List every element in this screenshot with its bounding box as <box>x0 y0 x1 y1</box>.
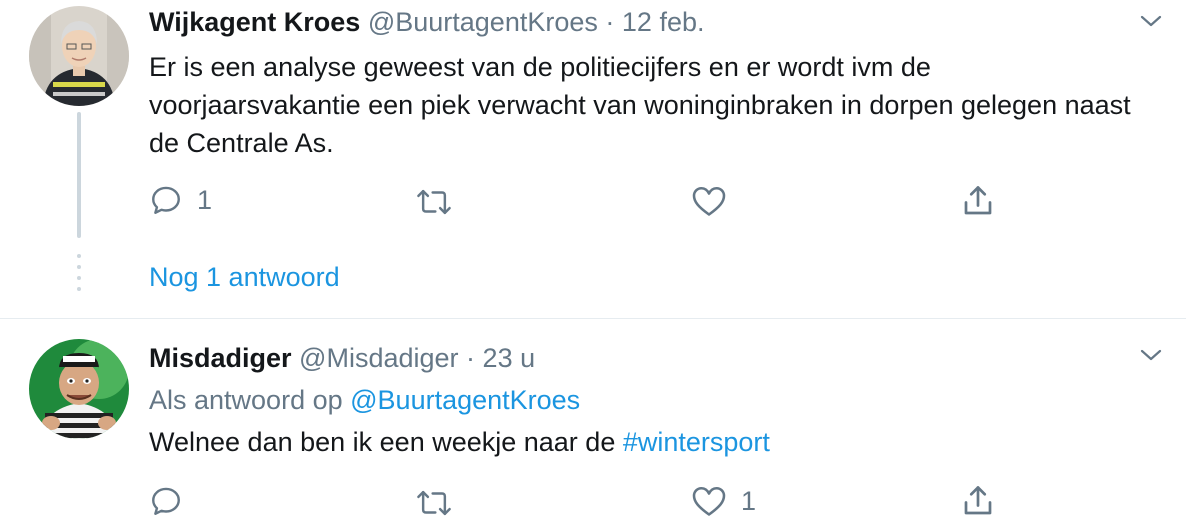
like-icon <box>692 486 726 516</box>
replying-to-handle[interactable]: @BuurtagentKroes <box>350 385 580 415</box>
avatar-image <box>29 6 129 106</box>
author-name[interactable]: Wijkagent Kroes <box>149 7 360 37</box>
share-button[interactable] <box>960 181 996 221</box>
retweet-icon <box>417 490 451 516</box>
replying-prefix: Als antwoord op <box>149 385 343 415</box>
separator: · <box>605 7 615 37</box>
tweet-text: Welnee dan ben ik een weekje naar de #wi… <box>149 423 1149 461</box>
reply-button[interactable] <box>149 481 197 521</box>
like-button[interactable] <box>691 181 741 221</box>
thread-dots <box>77 254 81 300</box>
chevron-down-icon[interactable] <box>1138 342 1164 368</box>
tweet-header: Misdadiger @Misdadiger · 23 u <box>149 341 535 375</box>
tweet-text: Er is een analyse geweest van de politie… <box>149 52 1131 158</box>
retweet-button[interactable] <box>415 182 453 222</box>
separator: · <box>466 343 476 373</box>
author-name[interactable]: Misdadiger <box>149 343 292 373</box>
avatar[interactable] <box>29 339 129 439</box>
reply-button[interactable]: 1 <box>149 180 212 220</box>
like-count: 1 <box>741 485 757 516</box>
tweet[interactable]: Misdadiger @Misdadiger · 23 u Als antwoo… <box>0 318 1186 529</box>
thread-line <box>77 112 81 238</box>
tweet-header: Wijkagent Kroes @BuurtagentKroes · 12 fe… <box>149 5 704 39</box>
share-button[interactable] <box>960 481 996 521</box>
tweet-text-main: Welnee dan ben ik een weekje naar de <box>149 427 616 457</box>
timestamp[interactable]: 23 u <box>483 343 536 373</box>
share-icon <box>964 486 992 515</box>
show-more-replies-link[interactable]: Nog 1 antwoord <box>149 260 340 294</box>
replying-to: Als antwoord op @BuurtagentKroes <box>149 383 580 417</box>
like-button[interactable]: 1 <box>691 481 756 521</box>
reply-icon <box>152 186 180 214</box>
author-handle[interactable]: @BuurtagentKroes <box>368 7 598 37</box>
share-icon <box>964 186 992 215</box>
retweet-button[interactable] <box>415 483 453 523</box>
avatar-image <box>29 339 129 439</box>
retweet-icon <box>417 189 451 215</box>
like-icon <box>692 186 726 216</box>
reply-icon <box>152 487 180 515</box>
hashtag-link[interactable]: #wintersport <box>623 427 770 457</box>
chevron-down-icon[interactable] <box>1138 8 1164 34</box>
reply-count: 1 <box>197 184 213 215</box>
author-handle[interactable]: @Misdadiger <box>299 343 458 373</box>
avatar[interactable] <box>29 6 129 106</box>
tweet[interactable]: Wijkagent Kroes @BuurtagentKroes · 12 fe… <box>0 0 1186 318</box>
timestamp[interactable]: 12 feb. <box>622 7 705 37</box>
